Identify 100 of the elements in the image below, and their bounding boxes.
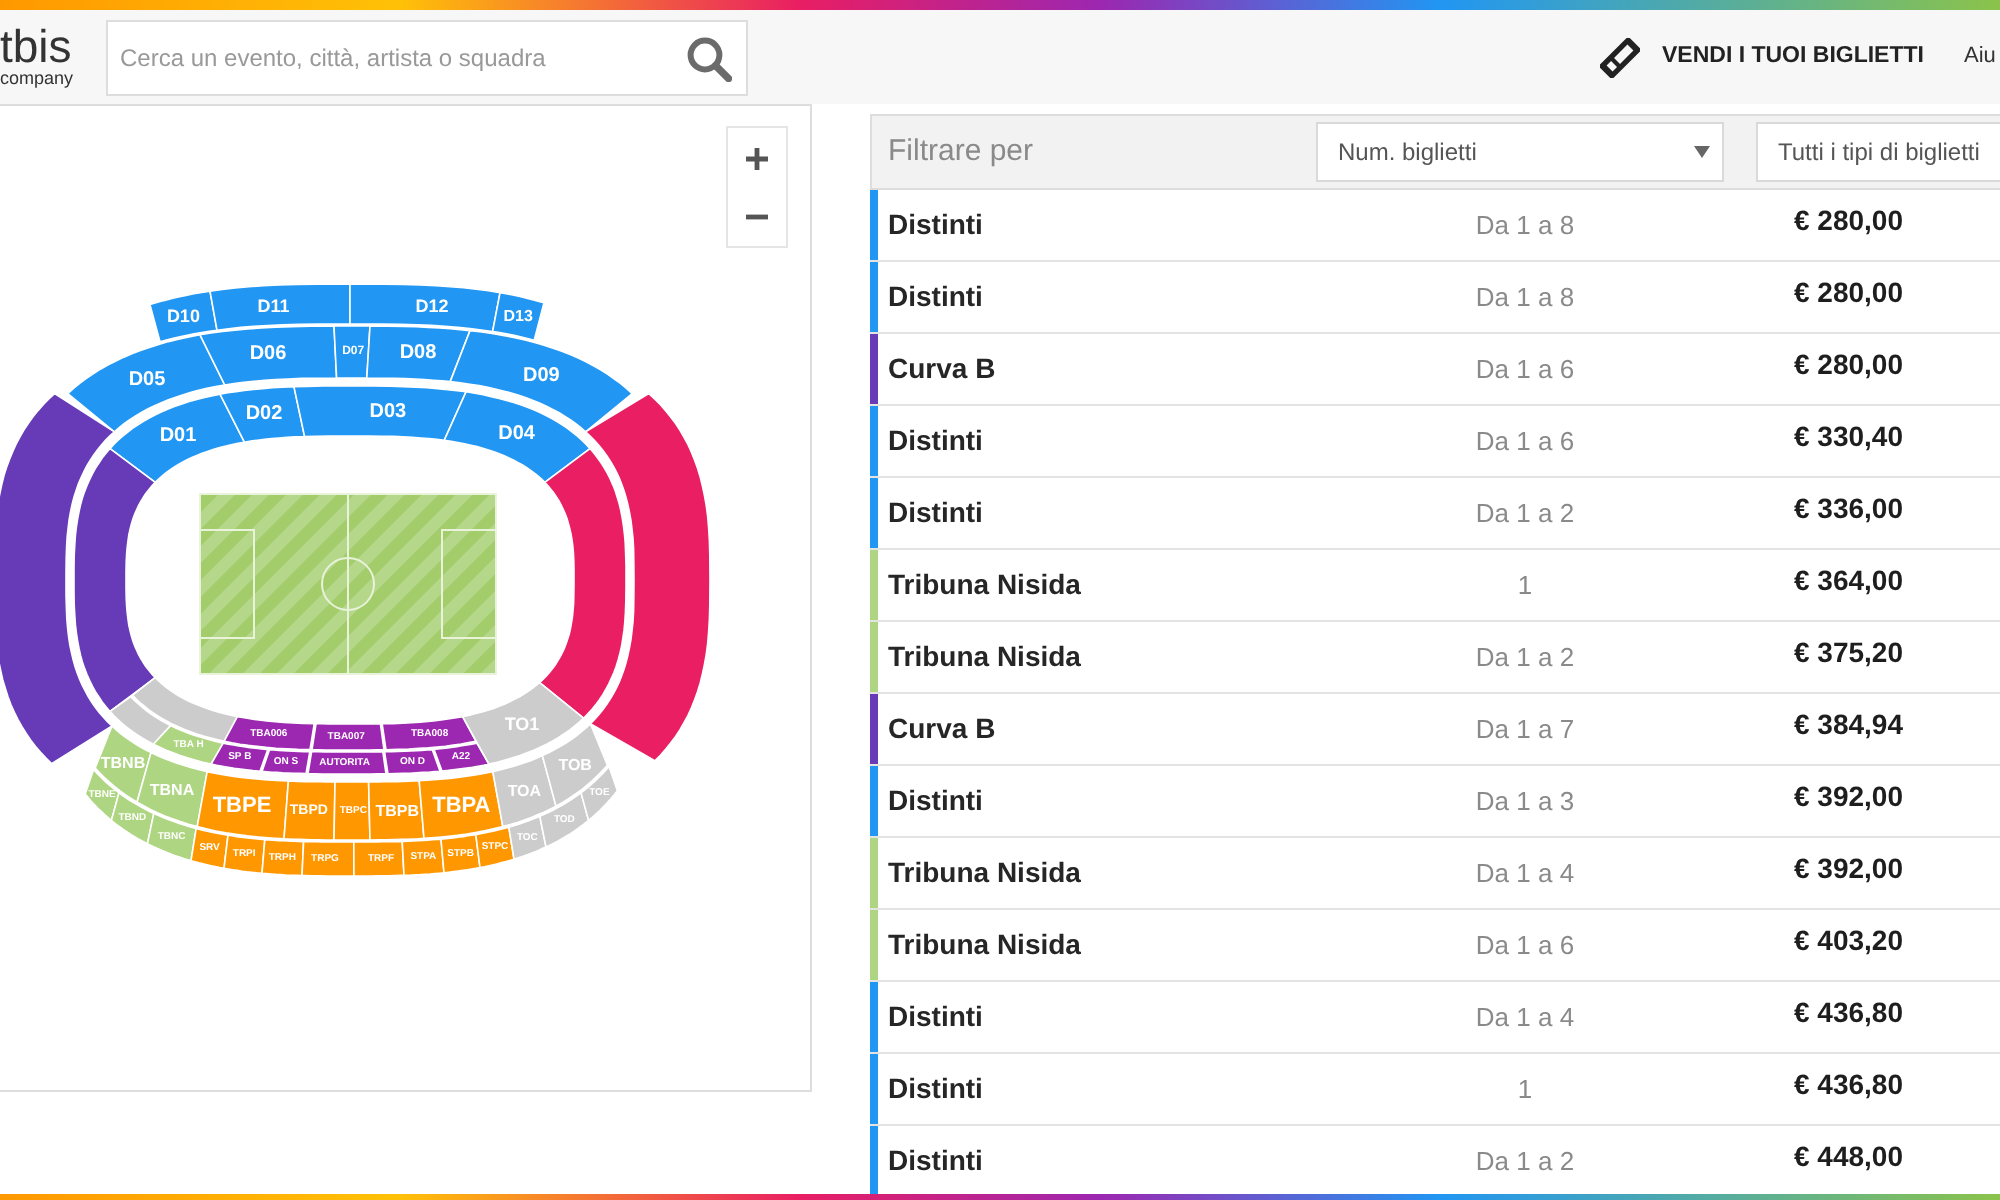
price: € 364,00 bbox=[1794, 564, 1903, 596]
listing-row[interactable]: Tribuna Nisida Da 1 a 6 € 403,20 bbox=[870, 910, 2000, 982]
stadium-section[interactable] bbox=[209, 283, 351, 332]
price: € 392,00 bbox=[1794, 852, 1903, 884]
price: € 336,00 bbox=[1794, 492, 1903, 524]
section-label: TBNB bbox=[100, 754, 146, 773]
search-icon[interactable] bbox=[686, 35, 732, 81]
quantity-range: 1 bbox=[1517, 567, 1533, 604]
listing-row[interactable]: Distinti Da 1 a 4 € 436,80 bbox=[870, 982, 2000, 1054]
filter-label: Filtrare per bbox=[888, 134, 1034, 168]
listing-row[interactable]: Distinti Da 1 a 2 € 336,00 bbox=[870, 478, 2000, 550]
listing-row[interactable]: Tribuna Nisida Da 1 a 4 € 392,00 bbox=[870, 838, 2000, 910]
section-name: Distinti bbox=[888, 422, 983, 460]
section-label: D08 bbox=[399, 342, 437, 365]
listing-row[interactable]: Distinti 1 € 436,80 bbox=[870, 1054, 2000, 1126]
quantity-range: Da 1 a 2 bbox=[1475, 1143, 1575, 1180]
section-label: D05 bbox=[128, 369, 166, 392]
search-field[interactable]: Cerca un evento, città, artista o squadra bbox=[106, 19, 748, 95]
price: € 280,00 bbox=[1794, 204, 1903, 236]
stadium-section[interactable] bbox=[209, 742, 269, 773]
section-name: Tribuna Nisida bbox=[888, 566, 1081, 604]
section-name: Tribuna Nisida bbox=[888, 854, 1081, 892]
section-name: Curva B bbox=[888, 350, 996, 388]
quantity-range: Da 1 a 6 bbox=[1475, 927, 1575, 964]
stadium-section[interactable] bbox=[131, 676, 239, 743]
section-label: D11 bbox=[257, 295, 290, 316]
price: € 403,20 bbox=[1794, 924, 1903, 956]
stadium-section[interactable] bbox=[307, 750, 387, 775]
price: € 280,00 bbox=[1794, 276, 1903, 308]
help-link[interactable]: Aiu bbox=[1963, 40, 1996, 74]
listing-row[interactable]: Curva B Da 1 a 6 € 280,00 bbox=[870, 334, 2000, 406]
section-label: TBPE bbox=[212, 794, 272, 818]
quantity-range: Da 1 a 6 bbox=[1475, 423, 1575, 460]
quantity-range: Da 1 a 4 bbox=[1475, 999, 1575, 1036]
stadium-section[interactable] bbox=[365, 325, 472, 383]
price: € 280,00 bbox=[1794, 348, 1903, 380]
logo-text: tbis bbox=[0, 26, 72, 68]
section-label: D03 bbox=[369, 400, 407, 423]
section-name: Tribuna Nisida bbox=[888, 638, 1081, 676]
stadium-section[interactable] bbox=[223, 715, 316, 751]
price: € 436,80 bbox=[1794, 1068, 1903, 1100]
section-label: D10 bbox=[166, 306, 200, 327]
price: € 392,00 bbox=[1794, 780, 1903, 812]
listing-row[interactable]: Distinti Da 1 a 8 € 280,00 bbox=[870, 262, 2000, 334]
stadium-section[interactable] bbox=[381, 715, 477, 751]
section-label: D06 bbox=[249, 343, 287, 366]
section-name: Distinti bbox=[888, 1070, 983, 1108]
section-label: D09 bbox=[523, 365, 560, 388]
stadium-section[interactable] bbox=[73, 447, 157, 713]
section-label: D01 bbox=[159, 425, 197, 448]
listing-row[interactable]: Tribuna Nisida Da 1 a 2 € 375,20 bbox=[870, 622, 2000, 694]
section-label: TBPA bbox=[432, 793, 491, 818]
section-label: D13 bbox=[503, 307, 533, 326]
listing-row[interactable]: Curva B Da 1 a 7 € 384,94 bbox=[870, 694, 2000, 766]
logo-tagline: company bbox=[0, 68, 74, 88]
caret-icon bbox=[1694, 146, 1710, 158]
section-name: Distinti bbox=[888, 278, 983, 316]
stadium-section[interactable] bbox=[349, 283, 501, 333]
quantity-range: Da 1 a 8 bbox=[1475, 207, 1575, 244]
listing-row[interactable]: Tribuna Nisida 1 € 364,00 bbox=[870, 550, 2000, 622]
minus-icon bbox=[746, 214, 768, 220]
listing-row[interactable]: Distinti Da 1 a 8 € 280,00 bbox=[870, 190, 2000, 262]
section-label: D02 bbox=[245, 403, 283, 425]
section-label: TBNA bbox=[149, 780, 195, 799]
section-label: D04 bbox=[498, 423, 535, 446]
stadium-section[interactable] bbox=[108, 695, 172, 746]
section-name: Distinti bbox=[888, 998, 983, 1036]
price: € 436,80 bbox=[1794, 996, 1903, 1028]
section-name: Distinti bbox=[888, 494, 983, 532]
section-name: Distinti bbox=[888, 782, 983, 820]
section-name: Distinti bbox=[888, 1142, 983, 1180]
section-name: Tribuna Nisida bbox=[888, 926, 1081, 964]
ticket-type-dropdown[interactable]: Tutti i tipi di biglietti bbox=[1756, 122, 2000, 182]
quantity-range: Da 1 a 2 bbox=[1475, 495, 1575, 532]
stadium-section[interactable] bbox=[443, 390, 592, 484]
stadium-section[interactable] bbox=[311, 722, 385, 751]
quantity-range: Da 1 a 3 bbox=[1475, 783, 1575, 820]
price: € 384,94 bbox=[1794, 708, 1903, 740]
stadium-section[interactable] bbox=[198, 325, 338, 386]
section-label: D12 bbox=[415, 296, 449, 316]
section-name: Curva B bbox=[888, 710, 996, 748]
ticket-icon bbox=[1600, 37, 1640, 77]
section-label: TBPB bbox=[375, 801, 419, 820]
stadium-section[interactable] bbox=[333, 325, 371, 379]
stadium-section[interactable] bbox=[538, 447, 627, 720]
stadium-section[interactable] bbox=[584, 392, 711, 762]
quantity-range: 1 bbox=[1517, 1071, 1533, 1108]
quantity-range: Da 1 a 6 bbox=[1475, 351, 1575, 388]
stadium-section[interactable] bbox=[293, 385, 468, 442]
plus-icon bbox=[746, 147, 768, 169]
listing-row[interactable]: Distinti Da 1 a 6 € 330,40 bbox=[870, 406, 2000, 478]
price: € 375,20 bbox=[1794, 636, 1903, 668]
listing-row[interactable]: Distinti Da 1 a 3 € 392,00 bbox=[870, 766, 2000, 838]
stadium-section[interactable] bbox=[491, 291, 545, 342]
quantity-range: Da 1 a 4 bbox=[1475, 855, 1575, 892]
stadium-section[interactable] bbox=[108, 393, 246, 484]
price: € 448,00 bbox=[1794, 1140, 1903, 1172]
sell-tickets-link[interactable]: VENDI I TUOI BIGLIETTI bbox=[1600, 37, 1924, 77]
quantity-dropdown[interactable]: Num. biglietti bbox=[1316, 122, 1724, 182]
quantity-range: Da 1 a 2 bbox=[1475, 639, 1575, 676]
